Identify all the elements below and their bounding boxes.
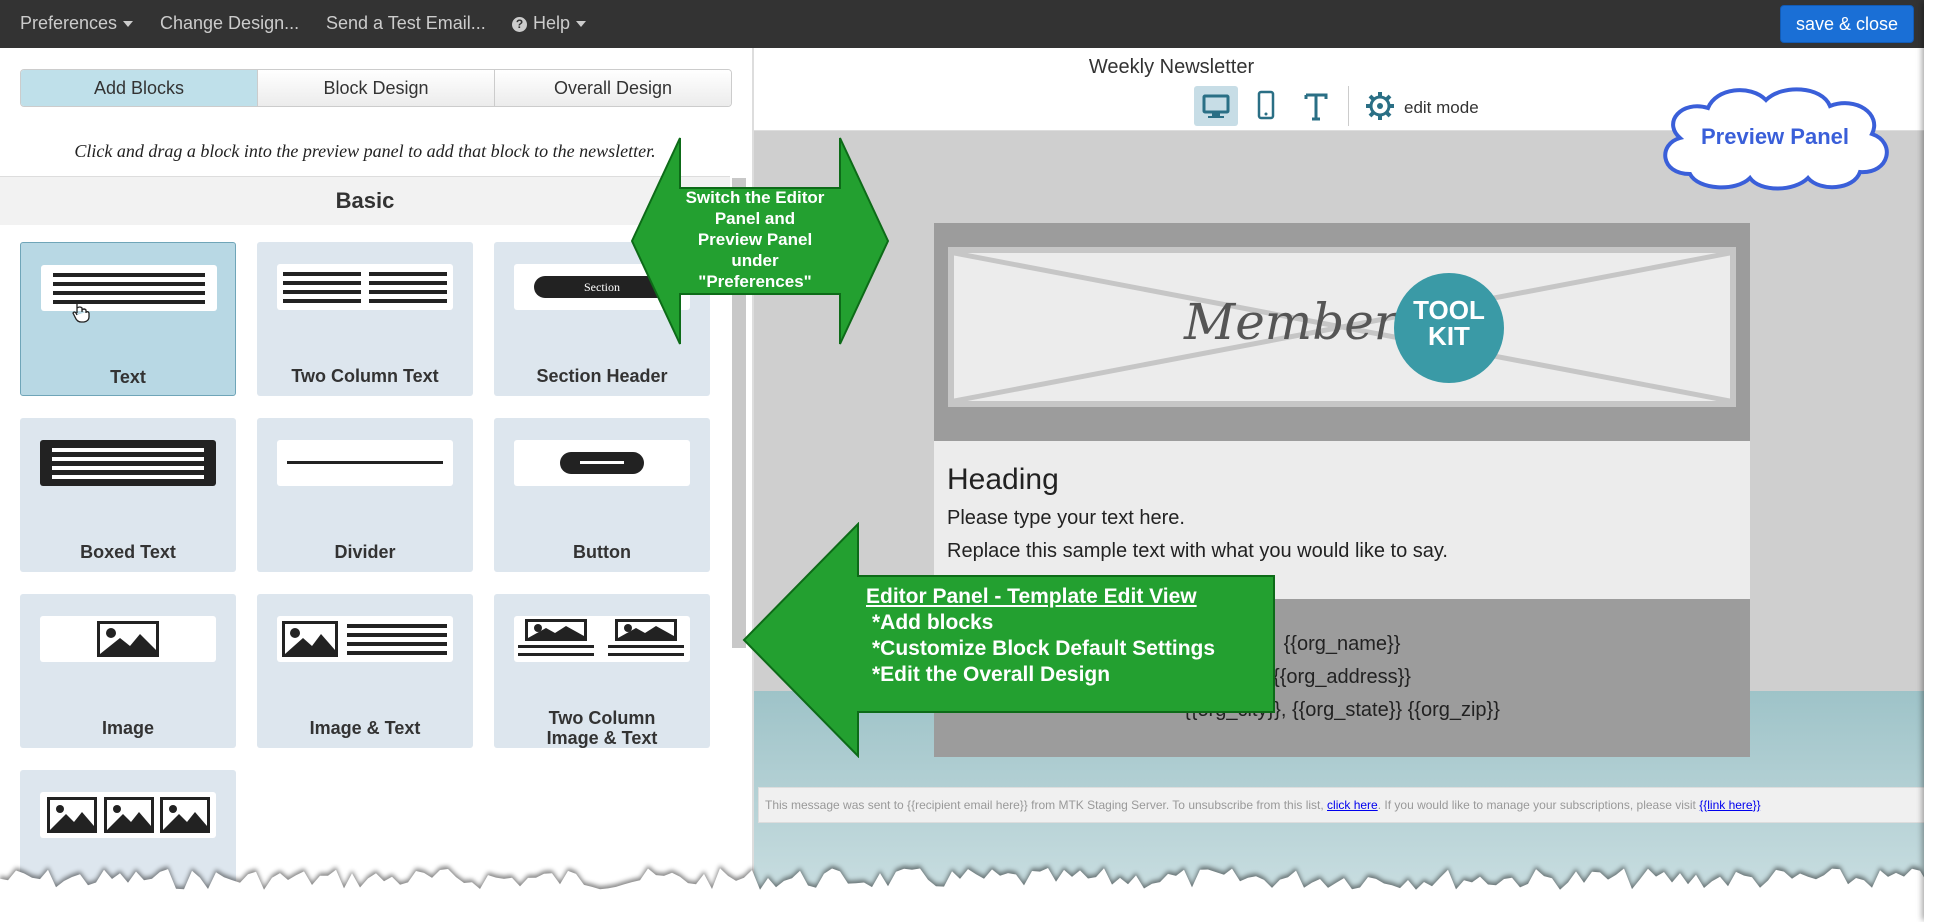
editor-callout-item-2: *Customize Block Default Settings xyxy=(872,637,1216,660)
edit-mode-button[interactable] xyxy=(1358,86,1402,126)
block-label: Boxed Text xyxy=(80,542,176,562)
text-view-button[interactable] xyxy=(1294,86,1338,126)
logo-badge-line1: TOOL xyxy=(1413,295,1485,325)
tab-add-blocks[interactable]: Add Blocks xyxy=(21,70,258,106)
block-label: Text xyxy=(110,367,146,387)
desktop-icon xyxy=(1202,94,1230,118)
header-image-placeholder: Membership TOOL KIT xyxy=(948,247,1736,407)
desktop-view-button[interactable] xyxy=(1194,86,1238,126)
drag-instruction: Click and drag a block into the preview … xyxy=(74,141,656,161)
image-text-icon xyxy=(277,616,453,662)
switch-line-1: Switch the Editor xyxy=(685,188,825,207)
save-close-button[interactable]: save & close xyxy=(1780,5,1914,43)
top-menu-bar: Preferences Change Design... Send a Test… xyxy=(0,0,1924,48)
right-shadow xyxy=(1924,0,1944,922)
change-design-menu[interactable]: Change Design... xyxy=(160,13,299,34)
editor-callout-item-3: *Edit the Overall Design xyxy=(872,663,1111,686)
two-column-image-text-icon xyxy=(514,616,690,662)
unsubscribe-link[interactable]: click here xyxy=(1327,798,1378,812)
editor-panel-callout: Editor Panel - Template Edit View *Add b… xyxy=(866,584,1215,688)
switch-line-2: Panel and xyxy=(714,209,796,228)
help-icon: ? xyxy=(512,17,527,32)
editor-callout-title: Editor Panel - Template Edit View xyxy=(866,585,1197,608)
editor-callout-item-1: *Add blocks xyxy=(872,611,994,634)
block-label: Image xyxy=(101,718,155,738)
preferences-label: Preferences xyxy=(20,13,118,33)
content-heading: Heading xyxy=(947,463,1059,496)
block-label-line1: Two Column xyxy=(548,708,656,728)
preview-canvas: Membership TOOL KIT Heading Please type … xyxy=(754,131,1924,890)
text-icon xyxy=(1304,93,1328,121)
caret-down-icon xyxy=(123,21,134,28)
block-image[interactable]: Image xyxy=(20,594,236,748)
block-label: Button xyxy=(573,542,631,562)
block-two-column-image-text[interactable]: Two Column Image & Text xyxy=(494,594,710,748)
switch-line-5: "Preferences" xyxy=(698,272,812,291)
mobile-view-button[interactable] xyxy=(1244,86,1288,126)
help-menu[interactable]: ? Help xyxy=(512,13,587,34)
gear-icon xyxy=(1366,92,1394,120)
text-block-icon xyxy=(41,265,217,311)
divider-icon xyxy=(277,440,453,486)
edit-mode-label: edit mode xyxy=(1404,98,1479,117)
header-image-block[interactable]: Membership TOOL KIT xyxy=(934,223,1750,441)
preferences-menu[interactable]: Preferences xyxy=(20,13,134,34)
switch-line-4: under xyxy=(731,251,779,270)
tab-overall-design[interactable]: Overall Design xyxy=(495,70,731,106)
editor-tabs: Add Blocks Block Design Overall Design xyxy=(20,69,732,107)
footer-text-1: This message was sent to {{recipient ema… xyxy=(765,798,1328,812)
block-two-column-text[interactable]: Two Column Text xyxy=(257,242,473,396)
preview-panel-label: Preview Panel xyxy=(1701,124,1849,149)
mobile-icon xyxy=(1257,90,1275,120)
block-image-text[interactable]: Image & Text xyxy=(257,594,473,748)
unsubscribe-footer: This message was sent to {{recipient ema… xyxy=(758,787,1924,823)
image-gallery-icon xyxy=(40,792,216,838)
switch-panels-callout: Switch the Editor Panel and Preview Pane… xyxy=(660,187,850,292)
logo-badge: TOOL KIT xyxy=(1394,273,1504,383)
torn-edge xyxy=(0,868,1944,922)
category-header: Basic xyxy=(0,176,730,225)
block-text[interactable]: Text xyxy=(20,242,236,396)
tab-block-design[interactable]: Block Design xyxy=(258,70,495,106)
block-label: Section Header xyxy=(536,366,668,386)
send-test-email-menu[interactable]: Send a Test Email... xyxy=(326,13,486,34)
button-block-icon xyxy=(514,440,690,486)
toolbar-divider xyxy=(1348,86,1349,126)
boxed-text-icon xyxy=(40,440,216,486)
block-button[interactable]: Button xyxy=(494,418,710,572)
block-label: Image & Text xyxy=(309,718,421,738)
help-label: Help xyxy=(533,13,571,33)
image-block-icon xyxy=(40,616,216,662)
block-boxed-text[interactable]: Boxed Text xyxy=(20,418,236,572)
two-column-text-icon xyxy=(277,264,453,310)
block-label-line2: Image & Text xyxy=(546,728,658,748)
hand-cursor-icon xyxy=(72,303,90,323)
switch-line-3: Preview Panel xyxy=(697,230,813,249)
logo-badge-line2: KIT xyxy=(1428,321,1470,351)
newsletter-title: Weekly Newsletter xyxy=(1088,56,1255,78)
block-divider[interactable]: Divider xyxy=(257,418,473,572)
manage-subscriptions-link[interactable]: {{link here}} xyxy=(1699,798,1760,812)
footer-text-2: . If you would like to manage your subsc… xyxy=(1377,798,1700,812)
block-label: Two Column Text xyxy=(291,366,439,386)
caret-down-icon xyxy=(576,21,587,28)
block-label: Divider xyxy=(334,542,396,562)
